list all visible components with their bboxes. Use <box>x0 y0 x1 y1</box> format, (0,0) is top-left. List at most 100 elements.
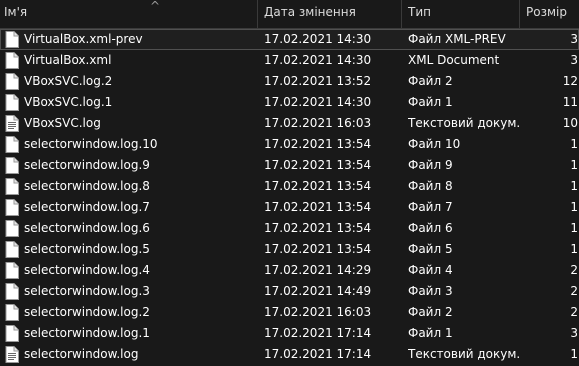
file-row[interactable]: selectorwindow.log.4 17.02.2021 14:29 Файл… <box>0 260 579 281</box>
document-icon <box>5 178 19 195</box>
file-row[interactable]: selectorwindow.log.3 17.02.2021 14:49 Файл… <box>0 281 579 302</box>
sort-ascending-icon: ^ <box>150 0 161 13</box>
file-type: Текстовий докум... <box>408 116 520 130</box>
file-row[interactable]: selectorwindow.log 17.02.2021 17:14 Тексто… <box>0 344 579 365</box>
file-size: 1 <box>570 179 578 193</box>
file-type: Файл 8 <box>408 179 453 193</box>
file-name: VBoxSVC.log <box>24 116 101 130</box>
file-name: selectorwindow.log.3 <box>24 284 150 298</box>
column-header-date-label: Дата змінення <box>264 5 356 19</box>
column-header-size[interactable]: Розмір <box>520 0 579 28</box>
document-icon <box>5 157 19 174</box>
file-size: 3 <box>570 53 578 67</box>
file-row[interactable]: VBoxSVC.log 17.02.2021 16:03 Текстовий док… <box>0 113 579 134</box>
file-size: 2 <box>570 284 578 298</box>
file-name: selectorwindow.log.6 <box>24 221 150 235</box>
document-icon <box>5 136 19 153</box>
document-icon <box>5 94 19 111</box>
file-size: 2 <box>570 263 578 277</box>
file-row[interactable]: VirtualBox.xml 17.02.2021 14:30 XML Docume… <box>0 50 579 71</box>
file-size: 1 <box>570 137 578 151</box>
document-icon <box>5 52 19 69</box>
file-date: 17.02.2021 14:30 <box>264 95 372 109</box>
file-size: 11 <box>562 95 578 109</box>
file-name: selectorwindow.log.4 <box>24 263 150 277</box>
document-icon <box>5 73 19 90</box>
file-date: 17.02.2021 13:54 <box>264 158 372 172</box>
file-type: Файл 10 <box>408 137 461 151</box>
file-type: Файл 7 <box>408 200 453 214</box>
column-header-type-label: Тип <box>408 5 431 19</box>
file-row[interactable]: selectorwindow.log.5 17.02.2021 13:54 Файл… <box>0 239 579 260</box>
file-date: 17.02.2021 13:54 <box>264 200 372 214</box>
document-icon <box>5 304 19 321</box>
file-date: 17.02.2021 17:14 <box>264 347 372 361</box>
file-type: Файл 9 <box>408 158 453 172</box>
column-header-name-label: Ім'я <box>4 5 28 19</box>
file-row[interactable]: selectorwindow.log.6 17.02.2021 13:54 Файл… <box>0 218 579 239</box>
file-type: Файл 5 <box>408 242 453 256</box>
file-date: 17.02.2021 16:03 <box>264 305 372 319</box>
file-name: VirtualBox.xml-prev <box>24 32 143 46</box>
file-row[interactable]: selectorwindow.log.1 17.02.2021 17:14 Файл… <box>0 323 579 344</box>
file-type: Текстовий докум... <box>408 347 520 361</box>
file-date: 17.02.2021 17:14 <box>264 326 372 340</box>
file-name: selectorwindow.log.10 <box>24 137 158 151</box>
file-size: 1 <box>570 242 578 256</box>
file-row[interactable]: selectorwindow.log.8 17.02.2021 13:54 Файл… <box>0 176 579 197</box>
file-size: 1 <box>570 221 578 235</box>
file-row[interactable]: selectorwindow.log.2 17.02.2021 16:03 Файл… <box>0 302 579 323</box>
file-type: Файл XML-PREV <box>408 32 506 46</box>
file-row[interactable]: VBoxSVC.log.1 17.02.2021 14:30 Файл 1 11 <box>0 92 579 113</box>
file-size: 12 <box>562 74 578 88</box>
column-header: Ім'я ^ Дата змінення Тип Розмір <box>0 0 579 29</box>
file-date: 17.02.2021 14:30 <box>264 53 372 67</box>
file-size: 1 <box>570 347 578 361</box>
file-name: selectorwindow.log.1 <box>24 326 150 340</box>
document-icon <box>5 325 19 342</box>
document-icon <box>5 220 19 237</box>
column-header-type[interactable]: Тип <box>402 0 520 28</box>
file-size: 3 <box>570 32 578 46</box>
file-date: 17.02.2021 13:52 <box>264 74 372 88</box>
file-type: Файл 1 <box>408 95 453 109</box>
file-row[interactable]: VBoxSVC.log.2 17.02.2021 13:52 Файл 2 12 <box>0 71 579 92</box>
file-type: XML Document <box>408 53 500 67</box>
column-header-size-label: Розмір <box>526 5 567 19</box>
file-name: selectorwindow.log.9 <box>24 158 150 172</box>
file-name: VBoxSVC.log.1 <box>24 95 113 109</box>
file-name: selectorwindow.log.5 <box>24 242 150 256</box>
file-name: VBoxSVC.log.2 <box>24 74 113 88</box>
file-type: Файл 2 <box>408 74 453 88</box>
column-header-date[interactable]: Дата змінення <box>258 0 402 28</box>
file-row[interactable]: VirtualBox.xml-prev 17.02.2021 14:30 Файл … <box>0 29 579 50</box>
file-date: 17.02.2021 16:03 <box>264 116 372 130</box>
file-date: 17.02.2021 13:54 <box>264 221 372 235</box>
file-date: 17.02.2021 13:54 <box>264 242 372 256</box>
document-icon <box>5 31 19 48</box>
file-name: VirtualBox.xml <box>24 53 112 67</box>
file-type: Файл 4 <box>408 263 453 277</box>
file-size: 1 <box>570 200 578 214</box>
file-type: Файл 3 <box>408 284 453 298</box>
file-name: selectorwindow.log.8 <box>24 179 150 193</box>
text-document-icon <box>5 115 19 132</box>
file-name: selectorwindow.log.2 <box>24 305 150 319</box>
file-type: Файл 1 <box>408 326 453 340</box>
file-date: 17.02.2021 14:29 <box>264 263 372 277</box>
file-name: selectorwindow.log.7 <box>24 200 150 214</box>
file-size: 3 <box>570 326 578 340</box>
file-row[interactable]: selectorwindow.log.10 17.02.2021 13:54 Фай… <box>0 134 579 155</box>
file-row[interactable]: selectorwindow.log.7 17.02.2021 13:54 Файл… <box>0 197 579 218</box>
file-name: selectorwindow.log <box>24 347 139 361</box>
document-icon <box>5 262 19 279</box>
file-row[interactable]: selectorwindow.log.9 17.02.2021 13:54 Файл… <box>0 155 579 176</box>
file-size: 1 <box>570 158 578 172</box>
column-header-name[interactable]: Ім'я ^ <box>0 0 258 28</box>
document-icon <box>5 241 19 258</box>
file-date: 17.02.2021 14:30 <box>264 32 372 46</box>
file-list: VirtualBox.xml-prev 17.02.2021 14:30 Файл … <box>0 29 579 365</box>
file-size: 10 <box>562 116 578 130</box>
file-date: 17.02.2021 13:54 <box>264 179 372 193</box>
file-type: Файл 6 <box>408 221 453 235</box>
